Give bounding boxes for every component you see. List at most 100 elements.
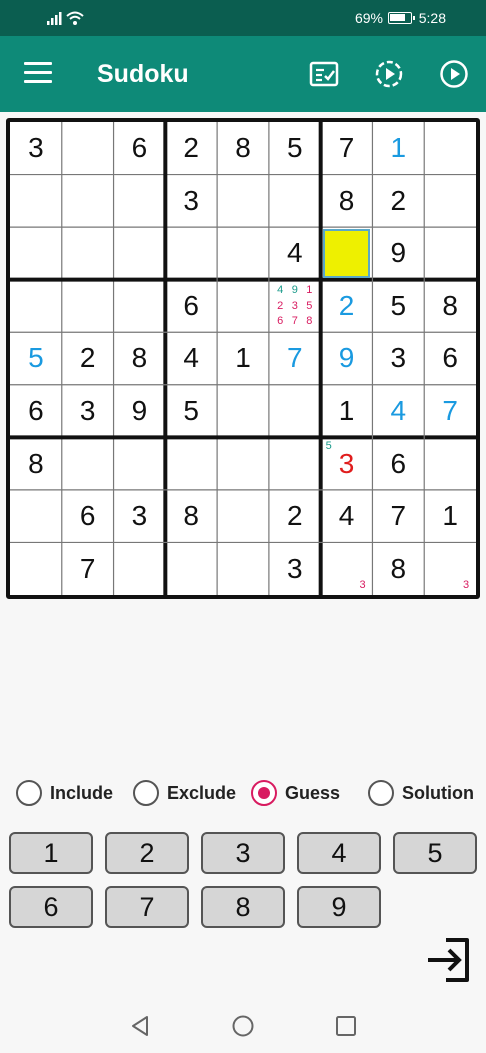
sudoku-cell-r7c4[interactable] <box>167 439 215 488</box>
sudoku-cell-r4c5[interactable] <box>219 282 267 331</box>
sudoku-cell-r2c8[interactable]: 2 <box>374 177 422 226</box>
sudoku-cell-r2c5[interactable] <box>219 177 267 226</box>
radio-include[interactable] <box>16 780 42 806</box>
back-icon[interactable] <box>128 1014 152 1038</box>
sudoku-cell-r6c9[interactable]: 7 <box>426 387 474 436</box>
sudoku-cell-r3c1[interactable] <box>12 229 60 278</box>
sudoku-cell-r8c7[interactable]: 4 <box>323 492 371 541</box>
exit-icon[interactable] <box>424 936 472 984</box>
num-key-8[interactable]: 8 <box>201 886 285 928</box>
sudoku-cell-r3c3[interactable] <box>116 229 164 278</box>
sudoku-cell-r5c4[interactable]: 4 <box>167 334 215 383</box>
num-key-7[interactable]: 7 <box>105 886 189 928</box>
sudoku-cell-r2c6[interactable] <box>271 177 319 226</box>
sudoku-cell-r9c4[interactable] <box>167 544 215 593</box>
sudoku-cell-r6c8[interactable]: 4 <box>374 387 422 436</box>
sudoku-cell-r3c6[interactable]: 4 <box>271 229 319 278</box>
radio-guess[interactable] <box>251 780 277 806</box>
num-key-2[interactable]: 2 <box>105 832 189 874</box>
sudoku-cell-r9c8[interactable]: 8 <box>374 544 422 593</box>
mode-solution[interactable]: Solution <box>368 780 474 806</box>
hamburger-menu-icon[interactable] <box>24 62 52 84</box>
sudoku-cell-r7c3[interactable] <box>116 439 164 488</box>
mode-guess[interactable]: Guess <box>251 780 340 806</box>
sudoku-cell-r8c2[interactable]: 6 <box>64 492 112 541</box>
sudoku-cell-r8c5[interactable] <box>219 492 267 541</box>
sudoku-cell-r1c7[interactable]: 7 <box>323 124 371 173</box>
sudoku-cell-r3c8[interactable]: 9 <box>374 229 422 278</box>
sudoku-cell-r4c2[interactable] <box>64 282 112 331</box>
sudoku-cell-r5c7[interactable]: 9 <box>323 334 371 383</box>
sudoku-cell-r5c5[interactable]: 1 <box>219 334 267 383</box>
sudoku-cell-r9c1[interactable] <box>12 544 60 593</box>
sudoku-cell-r1c8[interactable]: 1 <box>374 124 422 173</box>
sudoku-cell-r9c5[interactable] <box>219 544 267 593</box>
sudoku-cell-r3c4[interactable] <box>167 229 215 278</box>
sudoku-cell-r5c2[interactable]: 2 <box>64 334 112 383</box>
sudoku-cell-r2c3[interactable] <box>116 177 164 226</box>
num-key-4[interactable]: 4 <box>297 832 381 874</box>
mode-exclude[interactable]: Exclude <box>133 780 236 806</box>
sudoku-cell-r7c9[interactable] <box>426 439 474 488</box>
sudoku-cell-r6c5[interactable] <box>219 387 267 436</box>
sudoku-cell-r8c4[interactable]: 8 <box>167 492 215 541</box>
sudoku-cell-r2c7[interactable]: 8 <box>323 177 371 226</box>
sudoku-cell-r1c2[interactable] <box>64 124 112 173</box>
sudoku-cell-r7c2[interactable] <box>64 439 112 488</box>
sudoku-cell-r7c6[interactable] <box>271 439 319 488</box>
sudoku-cell-r3c5[interactable] <box>219 229 267 278</box>
num-key-6[interactable]: 6 <box>9 886 93 928</box>
play-icon[interactable] <box>438 58 470 90</box>
sudoku-cell-r2c4[interactable]: 3 <box>167 177 215 226</box>
sudoku-cell-r3c9[interactable] <box>426 229 474 278</box>
sudoku-cell-r1c1[interactable]: 3 <box>12 124 60 173</box>
sudoku-cell-r8c1[interactable] <box>12 492 60 541</box>
sudoku-cell-r4c8[interactable]: 5 <box>374 282 422 331</box>
sudoku-cell-r8c3[interactable]: 3 <box>116 492 164 541</box>
radio-solution[interactable] <box>368 780 394 806</box>
check-board-icon[interactable] <box>308 58 340 90</box>
sudoku-cell-r2c9[interactable] <box>426 177 474 226</box>
home-icon[interactable] <box>231 1014 255 1038</box>
sudoku-cell-r9c3[interactable] <box>116 544 164 593</box>
sudoku-cell-r6c7[interactable]: 1 <box>323 387 371 436</box>
sudoku-cell-r8c9[interactable]: 1 <box>426 492 474 541</box>
sudoku-cell-r4c9[interactable]: 8 <box>426 282 474 331</box>
sudoku-cell-r5c9[interactable]: 6 <box>426 334 474 383</box>
sudoku-cell-r5c8[interactable]: 3 <box>374 334 422 383</box>
sudoku-cell-r1c4[interactable]: 2 <box>167 124 215 173</box>
radio-exclude[interactable] <box>133 780 159 806</box>
num-key-1[interactable]: 1 <box>9 832 93 874</box>
sudoku-cell-r9c6[interactable]: 3 <box>271 544 319 593</box>
sudoku-cell-r6c1[interactable]: 6 <box>12 387 60 436</box>
sudoku-cell-r6c2[interactable]: 3 <box>64 387 112 436</box>
sudoku-cell-r1c3[interactable]: 6 <box>116 124 164 173</box>
mode-include[interactable]: Include <box>16 780 113 806</box>
sudoku-cell-selected[interactable] <box>322 229 371 278</box>
sudoku-cell-r2c2[interactable] <box>64 177 112 226</box>
sudoku-cell-r6c6[interactable] <box>271 387 319 436</box>
sudoku-cell-r6c3[interactable]: 9 <box>116 387 164 436</box>
sudoku-cell-r6c4[interactable]: 5 <box>167 387 215 436</box>
timer-play-icon[interactable] <box>373 58 405 90</box>
sudoku-cell-r4c3[interactable] <box>116 282 164 331</box>
sudoku-cell-r7c8[interactable]: 6 <box>374 439 422 488</box>
sudoku-cell-r5c6[interactable]: 7 <box>271 334 319 383</box>
num-key-9[interactable]: 9 <box>297 886 381 928</box>
sudoku-cell-r5c3[interactable]: 8 <box>116 334 164 383</box>
num-key-3[interactable]: 3 <box>201 832 285 874</box>
sudoku-cell-r5c1[interactable]: 5 <box>12 334 60 383</box>
recents-icon[interactable] <box>334 1014 358 1038</box>
sudoku-cell-r8c8[interactable]: 7 <box>374 492 422 541</box>
num-key-5[interactable]: 5 <box>393 832 477 874</box>
sudoku-cell-r1c6[interactable]: 5 <box>271 124 319 173</box>
sudoku-cell-r2c1[interactable] <box>12 177 60 226</box>
sudoku-cell-r9c2[interactable]: 7 <box>64 544 112 593</box>
sudoku-cell-r8c6[interactable]: 2 <box>271 492 319 541</box>
sudoku-cell-r1c9[interactable] <box>426 124 474 173</box>
sudoku-cell-r1c5[interactable]: 8 <box>219 124 267 173</box>
sudoku-cell-r4c4[interactable]: 6 <box>167 282 215 331</box>
sudoku-cell-r4c7[interactable]: 2 <box>323 282 371 331</box>
sudoku-cell-r7c5[interactable] <box>219 439 267 488</box>
sudoku-cell-r3c2[interactable] <box>64 229 112 278</box>
